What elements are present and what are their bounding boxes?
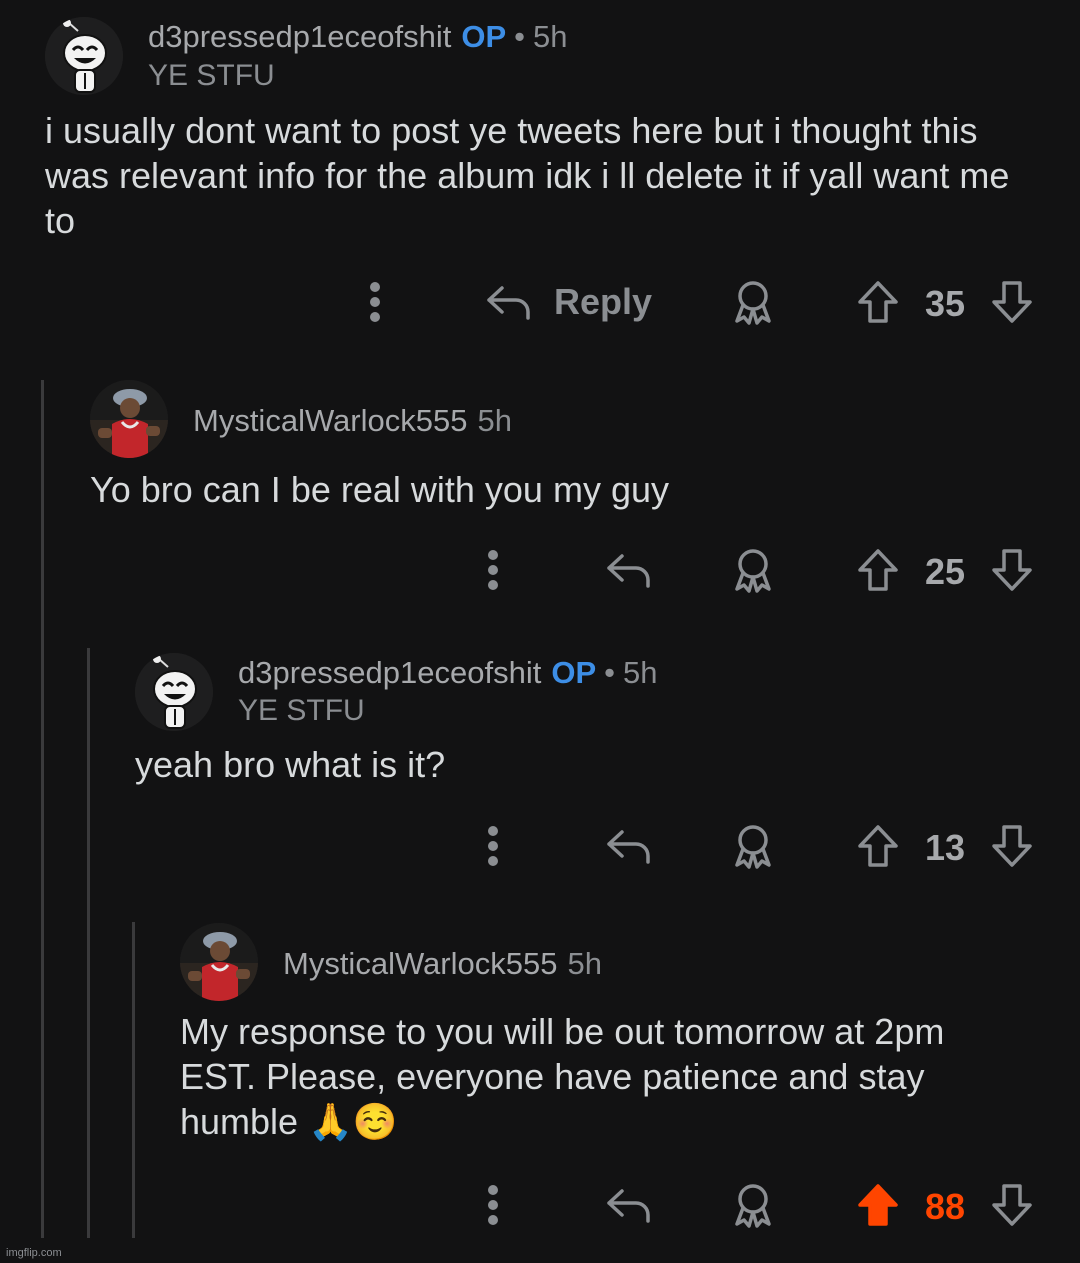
op-badge: OP xyxy=(551,655,597,690)
reply-button[interactable]: Reply xyxy=(486,272,652,332)
comment-actions: 13 xyxy=(0,816,1080,876)
photo-avatar xyxy=(180,923,258,1001)
vote-score: 25 xyxy=(924,551,966,592)
downvote-button[interactable] xyxy=(990,540,1034,600)
reply-arrow-icon xyxy=(607,830,650,864)
award-icon xyxy=(735,549,771,593)
reply-label: Reply xyxy=(554,281,653,322)
reply-button[interactable] xyxy=(606,1175,652,1235)
upvote-arrow-icon xyxy=(858,1184,898,1226)
more-vertical-icon xyxy=(488,550,498,590)
snoo-avatar xyxy=(45,17,123,95)
comment-body: Yo bro can I be real with you my guy xyxy=(90,469,669,510)
award-button[interactable] xyxy=(730,272,776,332)
avatar[interactable] xyxy=(180,923,258,1001)
reply-arrow-icon xyxy=(487,286,530,320)
upvote-button[interactable] xyxy=(856,272,900,332)
award-button[interactable] xyxy=(730,816,776,876)
comment-body: yeah bro what is it? xyxy=(135,744,446,785)
upvote-button[interactable] xyxy=(856,540,900,600)
reply-button[interactable] xyxy=(606,540,652,600)
watermark: imgflip.com xyxy=(6,1247,62,1259)
op-badge: OP xyxy=(461,19,507,54)
award-icon xyxy=(735,281,771,325)
separator-dot: • xyxy=(514,19,525,54)
reply-arrow-icon xyxy=(607,554,650,588)
more-options-button[interactable] xyxy=(360,272,390,332)
comment-meta: MysticalWarlock555 5h xyxy=(283,946,602,982)
downvote-arrow-icon xyxy=(992,825,1032,867)
comment-meta: d3pressedp1eceofshit OP • 5h xyxy=(238,655,657,691)
downvote-arrow-icon xyxy=(992,1184,1032,1226)
downvote-button[interactable] xyxy=(990,816,1034,876)
username[interactable]: MysticalWarlock555 xyxy=(193,403,467,438)
thread-line-depth-2[interactable] xyxy=(87,648,90,1238)
comment-actions: 88 xyxy=(0,1175,1080,1235)
downvote-button[interactable] xyxy=(990,1175,1034,1235)
avatar[interactable] xyxy=(135,653,213,731)
timestamp: 5h xyxy=(567,946,602,981)
upvote-button[interactable] xyxy=(856,816,900,876)
comment-meta: d3pressedp1eceofshit OP • 5h xyxy=(148,19,567,55)
avatar[interactable] xyxy=(90,380,168,458)
username[interactable]: d3pressedp1eceofshit xyxy=(238,655,541,690)
upvote-arrow-icon xyxy=(858,281,898,323)
award-icon xyxy=(735,1184,771,1228)
reply-arrow-icon xyxy=(607,1189,650,1223)
username[interactable]: d3pressedp1eceofshit xyxy=(148,19,451,54)
avatar[interactable] xyxy=(45,17,123,95)
upvote-arrow-icon xyxy=(858,549,898,591)
comment-body: My response to you will be out tomorrow … xyxy=(180,1011,945,1142)
more-options-button[interactable] xyxy=(478,540,508,600)
more-options-button[interactable] xyxy=(478,1175,508,1235)
upvote-arrow-icon xyxy=(858,825,898,867)
comment-actions: 25 xyxy=(0,540,1080,600)
award-button[interactable] xyxy=(730,1175,776,1235)
award-button[interactable] xyxy=(730,540,776,600)
user-flair: YE STFU xyxy=(238,694,365,727)
more-vertical-icon xyxy=(488,1185,498,1225)
more-options-button[interactable] xyxy=(478,816,508,876)
timestamp: 5h xyxy=(622,655,658,690)
comment-actions: Reply 35 xyxy=(0,272,1080,332)
username[interactable]: MysticalWarlock555 xyxy=(283,946,557,981)
thread-line-depth-1[interactable] xyxy=(41,380,44,1238)
vote-score: 35 xyxy=(924,283,966,324)
downvote-button[interactable] xyxy=(990,272,1034,332)
comment-meta: MysticalWarlock555 5h xyxy=(193,403,512,439)
timestamp: 5h xyxy=(477,403,512,438)
timestamp: 5h xyxy=(532,19,568,54)
reply-button[interactable] xyxy=(606,816,652,876)
separator-dot: • xyxy=(604,655,615,690)
downvote-arrow-icon xyxy=(992,281,1032,323)
more-vertical-icon xyxy=(488,826,498,866)
photo-avatar xyxy=(90,380,168,458)
upvote-button-active[interactable] xyxy=(856,1175,900,1235)
vote-score: 88 xyxy=(924,1186,966,1227)
downvote-arrow-icon xyxy=(992,549,1032,591)
user-flair: YE STFU xyxy=(148,59,275,92)
snoo-avatar xyxy=(135,653,213,731)
vote-score: 13 xyxy=(924,827,966,868)
comment-body: i usually dont want to post ye tweets he… xyxy=(45,110,1010,241)
award-icon xyxy=(735,825,771,869)
more-vertical-icon xyxy=(370,282,380,322)
